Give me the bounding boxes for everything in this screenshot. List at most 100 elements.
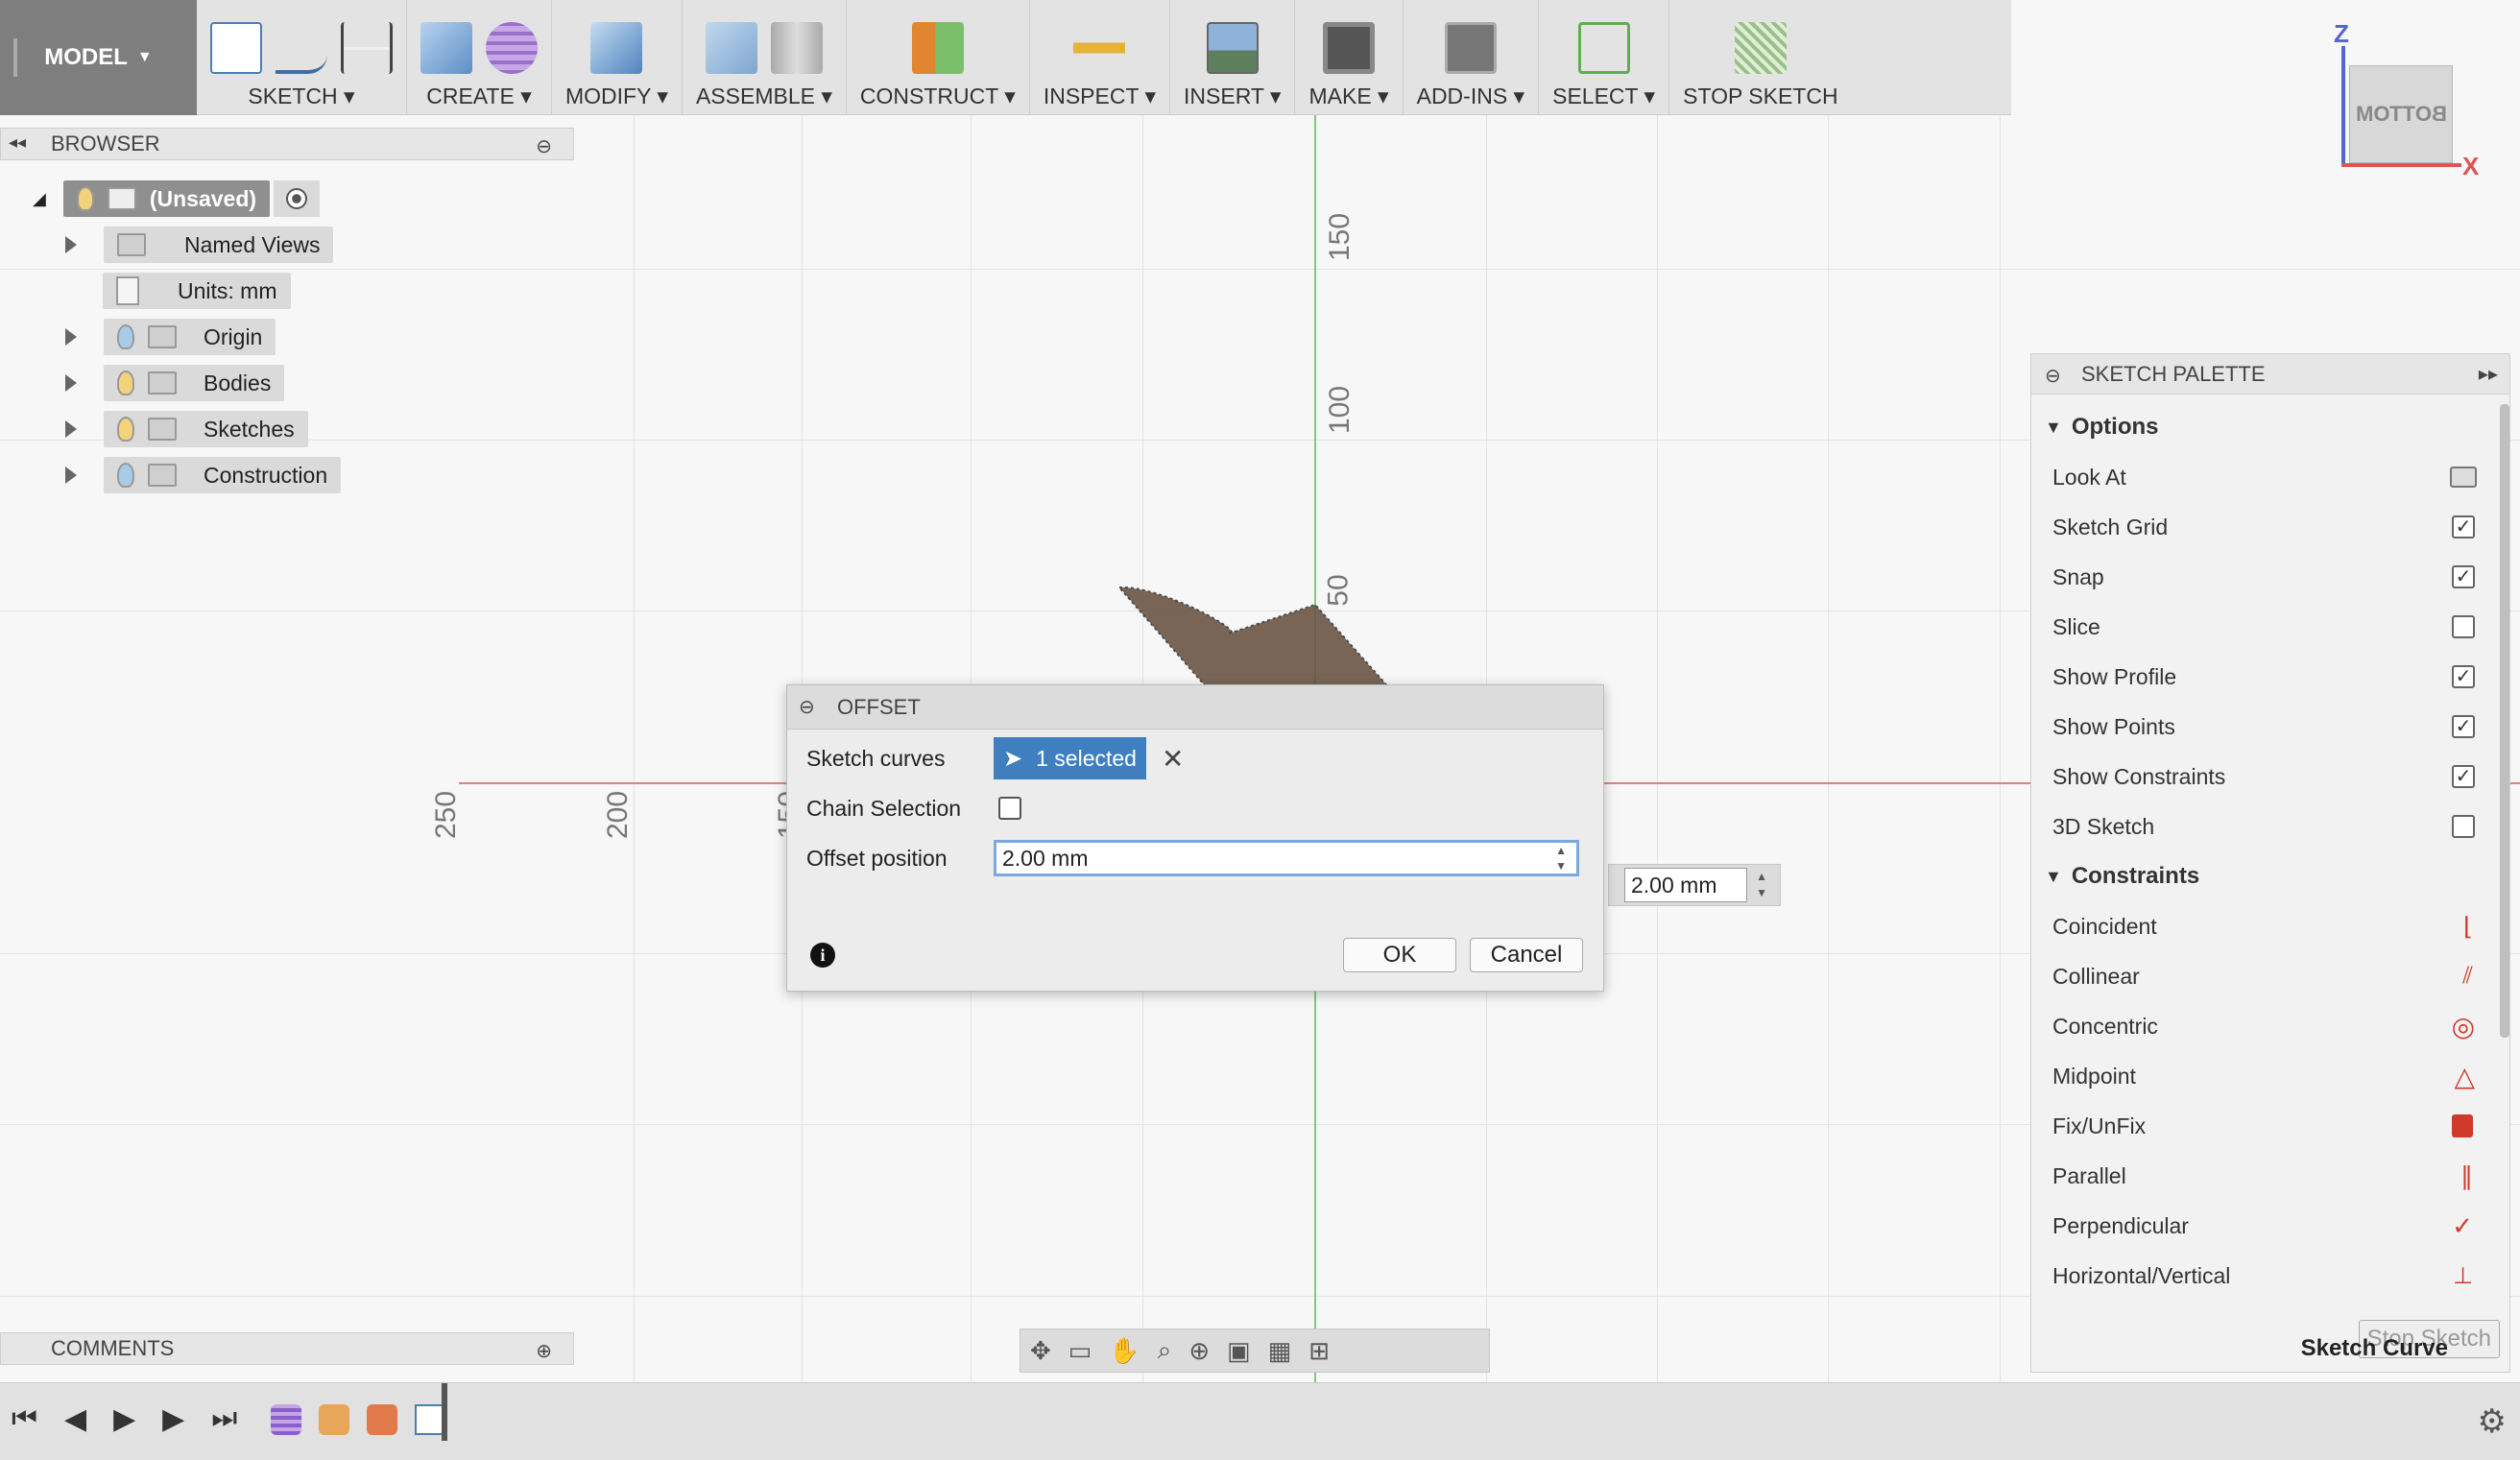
- toolbar-group-construct[interactable]: CONSTRUCT ▾: [847, 0, 1030, 115]
- clear-selection-icon[interactable]: ✕: [1162, 743, 1184, 775]
- info-icon[interactable]: i: [810, 943, 835, 968]
- viewports-icon[interactable]: ⊞: [1308, 1336, 1330, 1366]
- look-at-icon[interactable]: [2450, 467, 2477, 488]
- midpoint-icon[interactable]: △: [2454, 1061, 2475, 1092]
- browser-item-bodies[interactable]: Bodies: [65, 365, 285, 401]
- collapse-palette-icon[interactable]: ⊖: [2045, 364, 2061, 388]
- toolbar-group-assemble[interactable]: ASSEMBLE ▾: [683, 0, 847, 115]
- gear-icon[interactable]: ⚙: [2478, 1402, 2507, 1441]
- selection-button[interactable]: ➤ 1 selected: [994, 737, 1146, 779]
- expand-triangle-icon[interactable]: [65, 328, 77, 346]
- scripts-icon[interactable]: [1444, 22, 1497, 74]
- timeline-marker[interactable]: [442, 1383, 447, 1441]
- browser-header[interactable]: ◂◂ BROWSER ⊖: [0, 128, 574, 160]
- constraint-fix-unfix[interactable]: Fix/UnFix: [2052, 1107, 2473, 1145]
- zoom-icon[interactable]: ⌕: [1158, 1335, 1172, 1366]
- horizontal-vertical-icon[interactable]: ⊥: [2453, 1262, 2473, 1290]
- visibility-bulb-icon[interactable]: [117, 371, 134, 395]
- expand-triangle-icon[interactable]: [65, 420, 77, 438]
- active-radio-icon[interactable]: [274, 180, 321, 217]
- orbit-icon[interactable]: ✥: [1030, 1336, 1051, 1366]
- insert-image-icon[interactable]: [1206, 22, 1259, 74]
- show-profile-checkbox[interactable]: ✓: [2452, 665, 2475, 688]
- minimize-icon[interactable]: ⊖: [536, 134, 552, 158]
- sketch-create-icon[interactable]: [210, 22, 262, 74]
- constraint-parallel[interactable]: Parallel ∥: [2052, 1157, 2473, 1195]
- chain-selection-checkbox[interactable]: [998, 797, 1021, 820]
- browser-item-construction[interactable]: Construction: [65, 457, 342, 493]
- play-icon[interactable]: ▶: [113, 1402, 135, 1436]
- form-icon[interactable]: [486, 22, 538, 74]
- expand-right-icon[interactable]: ▸▸: [2479, 362, 2498, 386]
- offset-position-input[interactable]: 2.00 mm ▲ ▼: [994, 840, 1579, 876]
- expand-triangle-icon[interactable]: [65, 374, 77, 392]
- ok-button[interactable]: OK: [1343, 938, 1456, 972]
- option-show-points[interactable]: Show Points ✓: [2052, 707, 2475, 746]
- toolbar-group-inspect[interactable]: INSPECT ▾: [1030, 0, 1171, 115]
- grid-settings-icon[interactable]: ▦: [1268, 1336, 1292, 1366]
- canvas-offset-input[interactable]: 2.00 mm ▲ ▼: [1624, 868, 1767, 902]
- dimension-icon[interactable]: [341, 22, 393, 74]
- sketch-grid-checkbox[interactable]: ✓: [2452, 515, 2475, 539]
- browser-root[interactable]: ◢ (Unsaved): [33, 180, 321, 217]
- new-component-icon[interactable]: [705, 22, 757, 74]
- collinear-icon[interactable]: ⫽: [2462, 963, 2473, 990]
- constraint-horizontal-vertical[interactable]: Horizontal/Vertical ⊥: [2052, 1257, 2473, 1295]
- viewcube-face[interactable]: BOTTOM: [2349, 65, 2453, 163]
- zoom-window-icon[interactable]: ⊕: [1188, 1336, 1210, 1366]
- 3d-print-icon[interactable]: [1323, 22, 1376, 74]
- option-snap[interactable]: Snap ✓: [2052, 558, 2475, 596]
- 3d-sketch-checkbox[interactable]: [2452, 815, 2475, 838]
- look-at-nav-icon[interactable]: ▭: [1068, 1336, 1092, 1366]
- visibility-bulb-icon[interactable]: [117, 417, 134, 442]
- stop-sketch-icon[interactable]: [1734, 22, 1787, 74]
- options-section-header[interactable]: ▼ Options: [2045, 408, 2158, 446]
- toolbar-group-modify[interactable]: MODIFY ▾: [552, 0, 683, 115]
- pan-icon[interactable]: ✋: [1109, 1336, 1140, 1366]
- option-sketch-grid[interactable]: Sketch Grid ✓: [2052, 508, 2475, 546]
- browser-item-sketches[interactable]: Sketches: [65, 411, 308, 447]
- extrude-icon[interactable]: [420, 22, 472, 74]
- toolbar-group-stop-sketch[interactable]: STOP SKETCH: [1669, 0, 1851, 115]
- option-3d-sketch[interactable]: 3D Sketch: [2052, 807, 2475, 846]
- browser-item-units[interactable]: Units: mm: [103, 273, 291, 309]
- toolbar-group-make[interactable]: MAKE ▾: [1295, 0, 1404, 115]
- concentric-icon[interactable]: ◎: [2452, 1011, 2475, 1042]
- collapse-dialog-icon[interactable]: ⊖: [799, 695, 815, 719]
- toolbar-group-select[interactable]: SELECT ▾: [1539, 0, 1670, 115]
- add-comment-icon[interactable]: ⊕: [536, 1339, 552, 1363]
- offset-plane-icon[interactable]: [911, 22, 964, 74]
- visibility-bulb-icon[interactable]: [117, 463, 134, 488]
- press-pull-icon[interactable]: [590, 22, 643, 74]
- show-constraints-checkbox[interactable]: ✓: [2452, 765, 2475, 788]
- coincident-icon[interactable]: ⌊: [2463, 912, 2473, 942]
- skip-end-icon[interactable]: ⏭: [211, 1402, 237, 1436]
- measure-icon[interactable]: [1073, 22, 1126, 74]
- expand-triangle-icon[interactable]: [65, 236, 77, 253]
- constraint-coincident[interactable]: Coincident ⌊: [2052, 907, 2473, 945]
- comments-header[interactable]: COMMENTS ⊕: [0, 1332, 574, 1365]
- skip-start-icon[interactable]: ⏮: [12, 1402, 37, 1436]
- viewcube[interactable]: Z X BOTTOM: [2328, 19, 2479, 180]
- lock-icon[interactable]: [2452, 1114, 2473, 1137]
- constraint-collinear[interactable]: Collinear ⫽: [2052, 957, 2473, 995]
- show-points-checkbox[interactable]: ✓: [2452, 715, 2475, 738]
- spline-icon[interactable]: [276, 22, 327, 74]
- constraint-concentric[interactable]: Concentric ◎: [2052, 1007, 2475, 1045]
- cancel-button[interactable]: Cancel: [1470, 938, 1583, 972]
- visibility-bulb-icon[interactable]: [76, 186, 94, 211]
- visibility-bulb-icon[interactable]: [117, 324, 134, 349]
- toolbar-group-sketch[interactable]: SKETCH ▾: [197, 0, 407, 115]
- step-forward-icon[interactable]: ▶: [162, 1402, 184, 1436]
- browser-item-origin[interactable]: Origin: [65, 319, 276, 355]
- expand-triangle-icon[interactable]: [65, 467, 77, 484]
- option-slice[interactable]: Slice: [2052, 608, 2475, 646]
- offset-dialog-header[interactable]: ⊖ OFFSET: [787, 685, 1603, 730]
- palette-scrollbar[interactable]: [2500, 404, 2509, 1038]
- collapse-triangle-icon[interactable]: ◢: [33, 189, 46, 209]
- perpendicular-icon[interactable]: ✓: [2452, 1211, 2473, 1241]
- display-settings-icon[interactable]: ▣: [1227, 1336, 1251, 1366]
- collapse-left-icon[interactable]: ◂◂: [9, 132, 26, 153]
- feature-icon[interactable]: [319, 1404, 349, 1435]
- joint-icon[interactable]: [770, 22, 823, 74]
